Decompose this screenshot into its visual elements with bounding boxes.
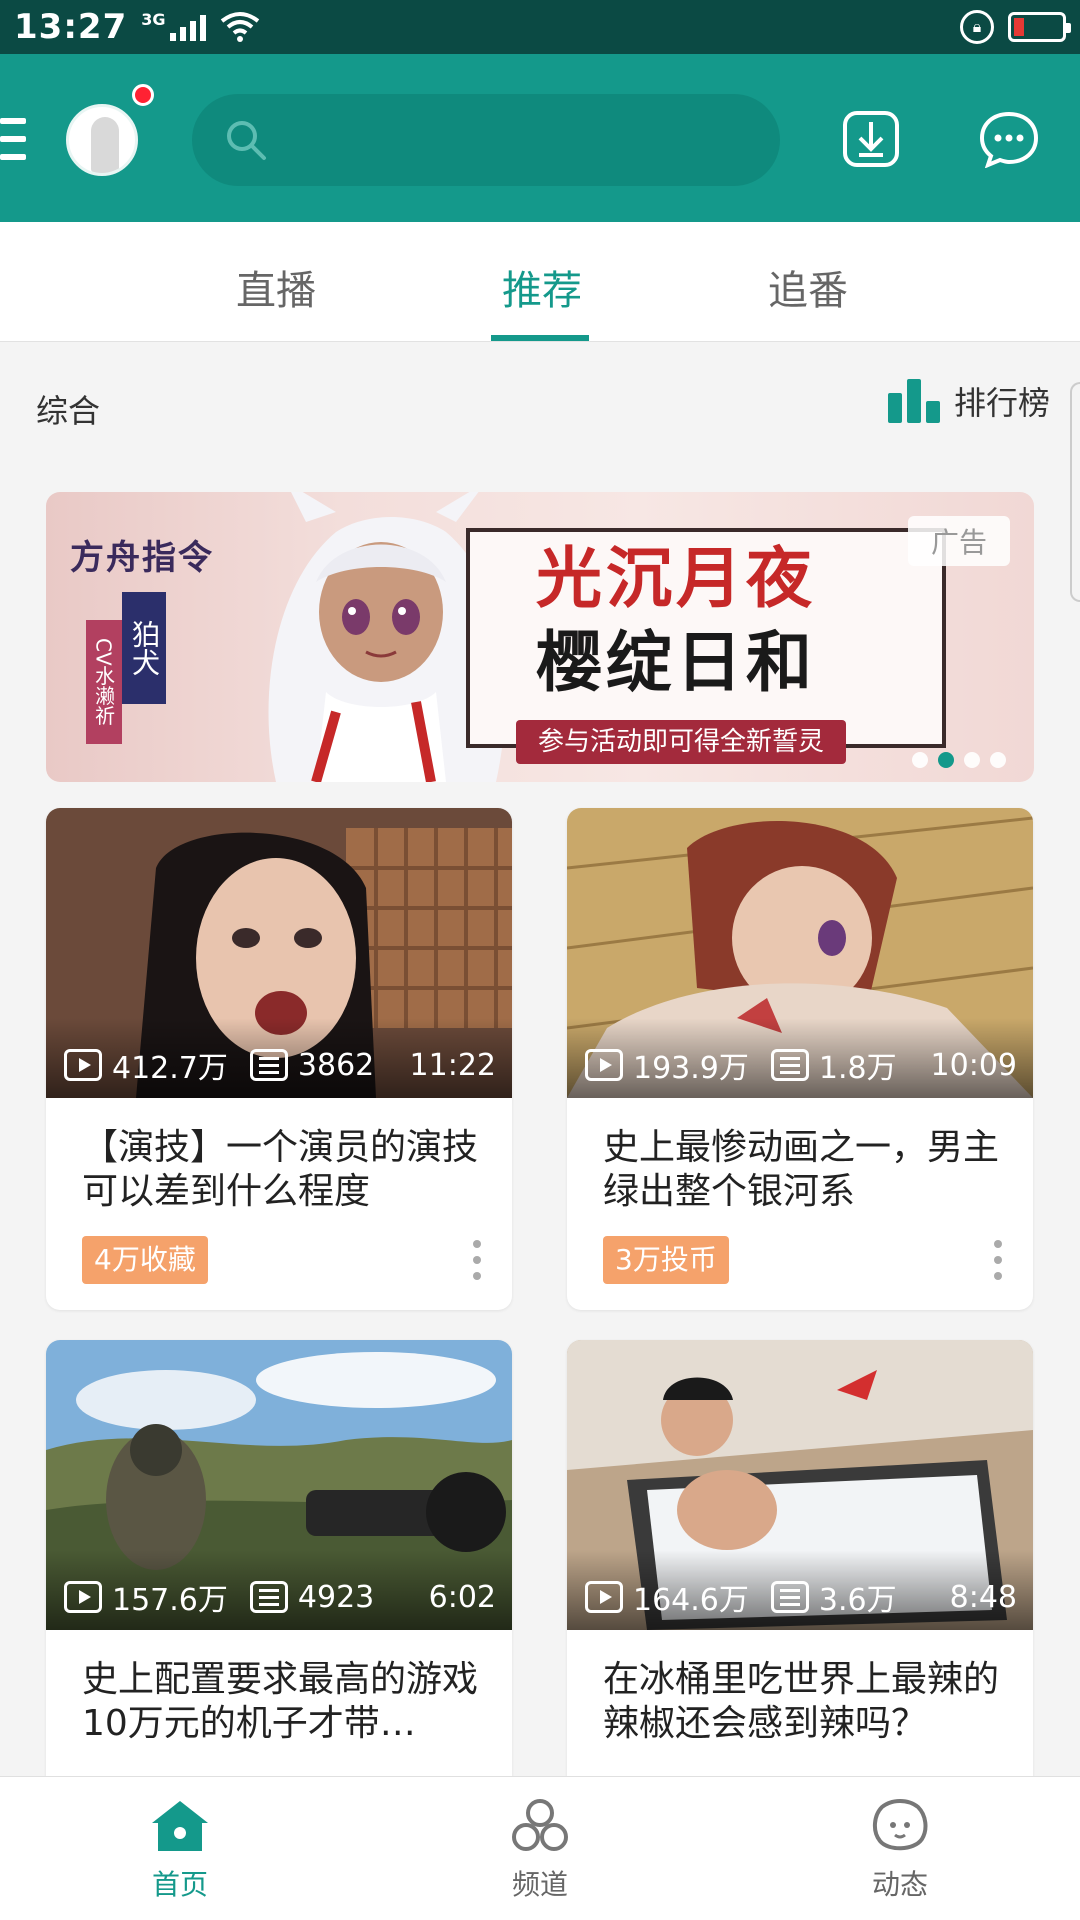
danmaku-icon (770, 1581, 809, 1613)
danmaku-icon (249, 1049, 288, 1081)
danmaku-count: 3862 (297, 1047, 375, 1083)
nav-home-label: 首页 (151, 1868, 208, 1901)
tab-live[interactable]: 直播 (236, 258, 316, 316)
video-duration: 6:02 (428, 1579, 496, 1615)
ranking-label: 排行榜 (954, 384, 1051, 422)
nav-feed-label: 动态 (871, 1868, 928, 1901)
banner-headline: 光沉月夜 樱绽日和 (536, 539, 816, 701)
wifi-icon (220, 12, 259, 42)
danmaku-icon (770, 1049, 809, 1081)
feed-icon (873, 1799, 928, 1851)
rotation-lock-icon: 🔒︎ (960, 10, 994, 44)
view-count: 157.6万 (112, 1583, 228, 1618)
menu-icon[interactable] (0, 118, 26, 160)
banner-subtitle: 参与活动即可得全新誓灵 (516, 720, 847, 764)
video-card[interactable]: 412.7万 3862 11:22 【演技】一个演员的演技可以差到什么程度 4万… (46, 808, 512, 1310)
nav-home[interactable]: 首页 (110, 1797, 250, 1903)
view-count: 164.6万 (633, 1583, 749, 1618)
app-header (0, 54, 1080, 222)
play-count-icon (585, 1049, 623, 1081)
video-card[interactable]: 164.6万 3.6万 8:48 在冰桶里吃世界上最辣的辣椒还会感到辣吗？ (567, 1340, 1033, 1800)
signal-icon (169, 13, 206, 41)
play-count-icon (585, 1581, 623, 1613)
video-tag: 3万投币 (603, 1236, 729, 1284)
video-title: 史上配置要求最高的游戏 10万元的机子才带… (82, 1659, 479, 1744)
danmaku-count: 1.8万 (818, 1051, 897, 1086)
pagination-dot-active[interactable] (938, 752, 954, 768)
video-card[interactable]: 157.6万 4923 6:02 史上配置要求最高的游戏 10万元的机子才带… (46, 1340, 512, 1800)
video-meta: 412.7万 3862 11:22 (64, 1042, 496, 1088)
pagination-dot[interactable] (990, 752, 1006, 768)
ad-badge: 广告 (908, 516, 1010, 566)
video-tag: 4万收藏 (82, 1236, 208, 1284)
video-title: 史上最惨动画之一，男主绿出整个银河系 (603, 1127, 1000, 1212)
channel-icon (512, 1799, 568, 1851)
ad-banner[interactable]: 方舟指令 CV水濑祈 狛犬 光沉月夜 樱绽日和 参与活动即可得全新誓灵 广告 (46, 492, 1034, 782)
danmaku-count: 3.6万 (818, 1583, 897, 1618)
network-type: 3G (141, 10, 166, 29)
video-card[interactable]: 193.9万 1.8万 10:09 史上最惨动画之一，男主绿出整个银河系 3万投… (567, 808, 1033, 1310)
banner-logo: 方舟指令 (70, 538, 214, 578)
bottom-nav: 首页 频道 动态 (0, 1776, 1080, 1920)
ranking-button[interactable]: 排行榜 (888, 378, 1050, 424)
scroll-edge (1070, 382, 1080, 602)
status-time: 13:27 (14, 7, 128, 47)
danmaku-count: 4923 (297, 1579, 375, 1615)
video-title: 在冰桶里吃世界上最辣的辣椒还会感到辣吗？ (603, 1659, 1000, 1744)
avatar[interactable] (66, 104, 138, 176)
banner-cv: CV水濑祈 (86, 620, 122, 744)
video-meta: 157.6万 4923 6:02 (64, 1574, 496, 1620)
message-icon[interactable] (978, 110, 1040, 168)
battery-icon (1008, 12, 1071, 42)
notification-dot (132, 84, 154, 106)
tab-recommend[interactable]: 推荐 (502, 258, 582, 316)
search-icon (227, 121, 266, 160)
play-count-icon (64, 1581, 102, 1613)
view-count: 412.7万 (112, 1051, 228, 1086)
danmaku-icon (249, 1581, 288, 1613)
search-bar[interactable] (192, 94, 780, 186)
video-duration: 8:48 (949, 1579, 1017, 1615)
video-duration: 10:09 (930, 1047, 1017, 1083)
ranking-icon (888, 379, 940, 423)
pagination-dot[interactable] (912, 752, 928, 768)
top-tabs: 直播 推荐 追番 (0, 222, 1080, 342)
video-meta: 164.6万 3.6万 8:48 (585, 1574, 1017, 1620)
tab-anime[interactable]: 追番 (768, 258, 848, 316)
more-icon[interactable] (993, 1240, 1003, 1280)
status-bar: 13:27 3G 🔒︎ (0, 0, 1080, 54)
download-icon[interactable] (842, 110, 900, 168)
play-count-icon (64, 1049, 102, 1081)
view-count: 193.9万 (633, 1051, 749, 1086)
pagination-dot[interactable] (964, 752, 980, 768)
more-icon[interactable] (472, 1240, 482, 1280)
banner-pagination (912, 752, 1006, 768)
banner-role: 狛犬 (122, 592, 166, 704)
section-header: 综合 排行榜 (0, 342, 1080, 472)
video-duration: 11:22 (409, 1047, 496, 1083)
search-input[interactable] (282, 114, 752, 166)
section-title: 综合 (36, 392, 101, 430)
tab-indicator (491, 335, 589, 341)
home-icon (152, 1801, 208, 1851)
nav-channel[interactable]: 频道 (470, 1797, 610, 1903)
nav-feed[interactable]: 动态 (830, 1797, 970, 1903)
nav-channel-label: 频道 (511, 1868, 568, 1901)
video-meta: 193.9万 1.8万 10:09 (585, 1042, 1017, 1088)
video-title: 【演技】一个演员的演技可以差到什么程度 (82, 1127, 479, 1212)
